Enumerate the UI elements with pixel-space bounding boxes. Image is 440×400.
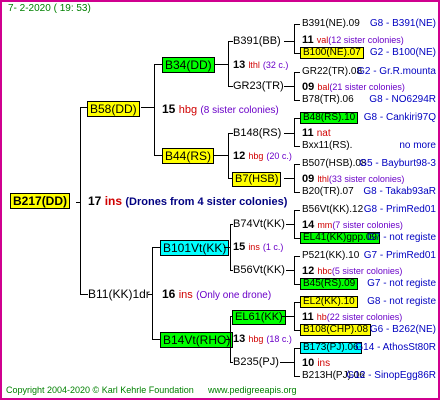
gen2-node-b[interactable]: B44(RS) bbox=[162, 148, 215, 164]
gen4-ref-6: no more bbox=[399, 140, 436, 151]
gen4-ref-16: G12 - SinopEgg86R bbox=[346, 370, 436, 381]
gen3-info-4: 09 lthl(33 sister colonies) bbox=[302, 173, 405, 185]
gen3-node-5[interactable]: B74Vt(KK) bbox=[233, 219, 285, 230]
gen2-info-c: 15 ins (1 c.) bbox=[233, 241, 284, 253]
gen4-node-2[interactable]: B100(NE).07 bbox=[300, 47, 364, 59]
footer-url[interactable]: www.pedigreeapis.org bbox=[208, 386, 297, 395]
gen2-info-d: 13 hbg (18 c.) bbox=[233, 333, 292, 345]
gen4-ref-10: G7 - not registe bbox=[367, 232, 436, 243]
gen1-bottom-info: 16 ins (Only one drone) bbox=[162, 287, 272, 301]
gen3-node-1[interactable]: B391(BB) bbox=[233, 36, 281, 47]
gen3-info-7: 11 hb(22 sister colonies) bbox=[302, 311, 403, 323]
gen4-node-9[interactable]: B56Vt(KK).12 bbox=[302, 205, 363, 215]
gen4-node-11[interactable]: P521(KK).10 bbox=[302, 251, 359, 261]
gen4-node-5[interactable]: B48(RS).10 bbox=[300, 112, 359, 124]
gen4-node-12[interactable]: B45(RS).09 bbox=[300, 278, 359, 290]
gen4-ref-15: G14 - AthosSt80R bbox=[355, 342, 436, 353]
gen4-ref-4: G8 - NO6294R bbox=[369, 94, 436, 105]
gen4-node-15[interactable]: B173(PJ).06 bbox=[300, 342, 362, 354]
gen4-ref-9: G8 - PrimRed01 bbox=[363, 204, 436, 215]
gen3-node-2[interactable]: GR23(TR) bbox=[233, 81, 284, 92]
gen4-node-3[interactable]: GR22(TR).08 bbox=[302, 67, 362, 77]
gen4-node-4[interactable]: B78(TR).06 bbox=[302, 95, 354, 105]
gen4-ref-12: G7 - not registe bbox=[367, 278, 436, 289]
gen4-ref-2: G2 - B100(NE) bbox=[369, 47, 436, 58]
gen4-node-13[interactable]: EL2(KK).10 bbox=[300, 296, 358, 308]
gen3-node-7[interactable]: EL61(KK) bbox=[232, 310, 286, 325]
gen4-node-8[interactable]: B20(TR).07 bbox=[302, 187, 354, 197]
gen2-info-a: 13 lthl (32 c.) bbox=[233, 59, 289, 71]
gen4-ref-14: G6 - B262(NE) bbox=[369, 324, 436, 335]
gen2-node-c[interactable]: B101Vt(KK) bbox=[160, 240, 230, 256]
gen4-node-6[interactable]: Bxx11(RS). bbox=[302, 141, 352, 151]
gen4-ref-7: G5 - Bayburt98-3 bbox=[359, 158, 436, 169]
gen2-info-b: 12 hbg (20 c.) bbox=[233, 150, 292, 162]
gen3-info-2: 09 bal(21 sister colonies) bbox=[302, 81, 405, 93]
gen4-node-1[interactable]: B391(NE).09 bbox=[302, 19, 360, 29]
header-date: 7- 2-2020 ( 19: 53) bbox=[8, 3, 91, 14]
gen4-node-7[interactable]: B507(HSB).08 bbox=[302, 159, 366, 169]
gen3-node-4[interactable]: B7(HSB) bbox=[232, 172, 282, 187]
gen3-node-3[interactable]: B148(RS) bbox=[233, 128, 281, 139]
root-node[interactable]: B217(DD) bbox=[10, 193, 71, 209]
gen3-node-6[interactable]: B56Vt(KK) bbox=[233, 265, 285, 276]
gen3-info-5: 14 mm(7 sister colonies) bbox=[302, 219, 403, 231]
gen4-ref-1: G8 - B391(NE) bbox=[369, 18, 436, 29]
root-info: 17 ins (Drones from 4 sister colonies) bbox=[88, 194, 288, 208]
gen1-top-node[interactable]: B58(DD) bbox=[87, 101, 140, 117]
gen4-ref-5: G8 - Cankiri97Q bbox=[363, 112, 436, 123]
gen2-node-a[interactable]: B34(DD) bbox=[162, 57, 215, 73]
gen4-ref-8: G8 - Takab93aR bbox=[363, 186, 436, 197]
gen3-info-6: 12 hbc(5 sister colonies) bbox=[302, 265, 403, 277]
gen3-info-3: 11 nat bbox=[302, 127, 331, 139]
footer-copyright: Copyright 2004-2020 © Karl Kehrle Founda… bbox=[6, 385, 194, 395]
gen4-ref-3: G2 - Gr.R.mounta bbox=[357, 66, 436, 77]
gen1-bottom-node[interactable]: B11(KK)1dr bbox=[88, 288, 150, 300]
gen3-info-1: 11 val(12 sister colonies) bbox=[302, 34, 404, 46]
pedigree-chart: { "header": { "text": "7- 2-2020 ( 19: 5… bbox=[0, 0, 440, 400]
gen3-info-8: 10 ins bbox=[302, 357, 331, 369]
gen4-ref-13: G8 - not registe bbox=[367, 296, 436, 307]
gen4-node-14[interactable]: B108(CHP).08 bbox=[300, 324, 372, 336]
gen2-node-d[interactable]: B14Vt(RHO) bbox=[160, 332, 234, 348]
gen3-node-8[interactable]: B235(PJ) bbox=[233, 357, 279, 368]
gen4-ref-11: G7 - PrimRed01 bbox=[363, 250, 436, 261]
gen1-top-info: 15 hbg (8 sister colonies) bbox=[162, 102, 279, 116]
